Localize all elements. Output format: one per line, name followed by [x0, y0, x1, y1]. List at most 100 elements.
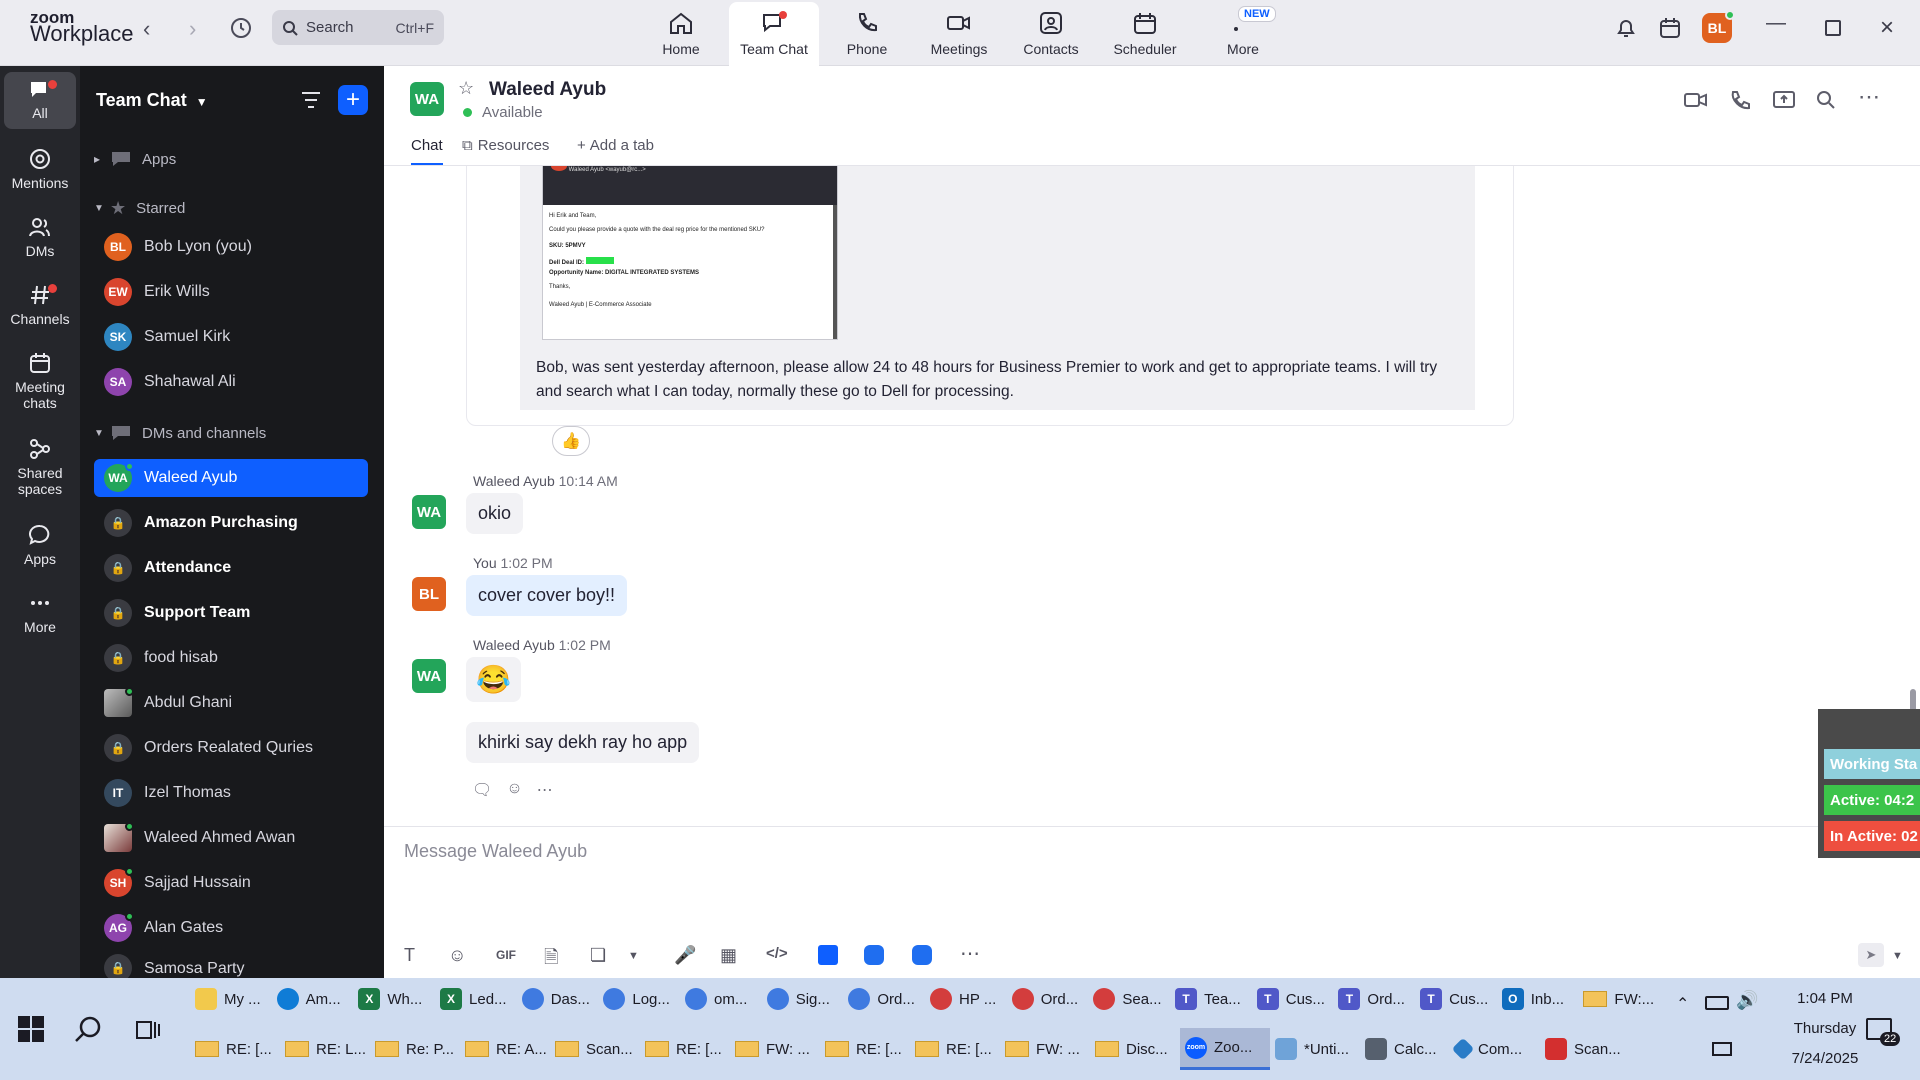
sidebar-item-waleed-ayub[interactable]: WA Waleed Ayub [94, 459, 368, 497]
taskbar-item[interactable]: Sea... [1088, 978, 1170, 1020]
sidebar-item-abdul-ghani[interactable]: Abdul Ghani [94, 684, 368, 722]
taskbar-item[interactable]: Scan... [550, 1028, 640, 1070]
taskbar-item[interactable]: Disc... [1090, 1028, 1180, 1070]
windows-start-icon[interactable] [18, 1016, 44, 1047]
taskbar-item[interactable]: Calc... [1360, 1028, 1450, 1070]
tab-phone[interactable]: Phone [822, 0, 912, 66]
network-icon[interactable] [1712, 1042, 1732, 1056]
rail-dms[interactable]: DMs [0, 216, 80, 259]
taskbar-item[interactable]: Ord... [1007, 978, 1089, 1020]
taskbar-item[interactable]: Am... [272, 978, 354, 1020]
gif-button[interactable]: GIF [496, 948, 516, 962]
taskbar-item[interactable]: FW: ... [1000, 1028, 1090, 1070]
restore-icon[interactable] [1825, 20, 1841, 36]
task-view-icon[interactable] [136, 1018, 160, 1047]
rail-apps[interactable]: Apps [0, 524, 80, 567]
clock-time[interactable]: 1:04 PM [1770, 990, 1880, 1007]
sidebar-item-orders-realated-quries[interactable]: 🔒 Orders Realated Quries [94, 729, 368, 767]
rail-shared-spaces[interactable]: Shared spaces [0, 438, 80, 497]
forward-arrow-icon[interactable]: › [189, 16, 196, 42]
taskbar-item[interactable]: Ord... [843, 978, 925, 1020]
sidebar-item-bob-lyon[interactable]: BL Bob Lyon (you) [94, 228, 368, 266]
app-icon-3[interactable] [912, 945, 932, 965]
phone-call-icon[interactable] [1728, 90, 1750, 117]
battery-icon[interactable] [1705, 996, 1729, 1010]
add-reaction-icon[interactable]: ☺ [506, 780, 522, 800]
rail-channels[interactable]: Channels [0, 284, 80, 327]
taskbar-item[interactable]: om... [680, 978, 762, 1020]
back-arrow-icon[interactable]: ‹ [143, 16, 150, 42]
message-bubble[interactable]: okio [466, 493, 524, 534]
minimize-icon[interactable]: — [1766, 12, 1786, 35]
reaction-thumbs-up[interactable]: 👍 [552, 426, 590, 456]
taskbar-item[interactable]: My ... [190, 978, 272, 1020]
taskbar-item[interactable]: O Inb... [1497, 978, 1579, 1020]
taskbar-search-icon[interactable] [74, 1014, 104, 1049]
taskbar-item[interactable]: RE: [... [640, 1028, 730, 1070]
taskbar-item[interactable]: T Cus... [1252, 978, 1334, 1020]
video-message-icon[interactable]: ▦ [720, 945, 737, 966]
taskbar-item[interactable]: X Wh... [353, 978, 435, 1020]
sidebar-item-amazon-purchasing[interactable]: 🔒 Amazon Purchasing [94, 504, 368, 542]
clock-date[interactable]: 7/24/2025 [1770, 1050, 1880, 1067]
emoji-icon[interactable]: ☺ [448, 945, 466, 966]
text-format-icon[interactable]: T [404, 945, 415, 966]
rail-more[interactable]: More [0, 592, 80, 635]
tab-resources[interactable]: ⧉ Resources [462, 137, 549, 154]
sidebar-dms-section[interactable]: ▼ DMs and channels [94, 424, 266, 442]
sidebar-item-sajjad-hussain[interactable]: SH Sajjad Hussain [94, 864, 368, 902]
calendar-app-icon[interactable] [1658, 16, 1682, 45]
sidebar-item-izel-thomas[interactable]: IT Izel Thomas [94, 774, 368, 812]
taskbar-item[interactable]: RE: [... [190, 1028, 280, 1070]
message-bubble[interactable]: khirki say dekh ray ho app [466, 722, 700, 763]
tab-meetings[interactable]: Meetings [914, 0, 1004, 66]
file-icon[interactable]: 🗎 [544, 945, 558, 975]
tab-team-chat[interactable]: Team Chat [729, 2, 819, 66]
add-tab-button[interactable]: + Add a tab [577, 137, 654, 154]
taskbar-item[interactable]: Re: P... [370, 1028, 460, 1070]
tab-contacts[interactable]: Contacts [1006, 0, 1096, 66]
taskbar-item[interactable]: RE: A... [460, 1028, 550, 1070]
close-icon[interactable]: × [1880, 14, 1894, 42]
sidebar-item-shahawal-ali[interactable]: SA Shahawal Ali [94, 363, 368, 401]
contact-name[interactable]: Waleed Ayub [489, 79, 606, 101]
microphone-icon[interactable]: 🎤 [674, 945, 696, 966]
message-input[interactable]: Message Waleed Ayub [404, 841, 587, 862]
taskbar-item[interactable]: RE: [... [820, 1028, 910, 1070]
tab-scheduler[interactable]: Scheduler [1100, 0, 1190, 66]
sidebar-item-support-team[interactable]: 🔒 Support Team [94, 594, 368, 632]
sidebar-item-samosa-party[interactable]: 🔒 Samosa Party [94, 954, 368, 978]
send-icon[interactable]: ➤ [1858, 943, 1884, 967]
sidebar-item-erik-wills[interactable]: EW Erik Wills [94, 273, 368, 311]
app-icon-1[interactable] [818, 945, 838, 965]
taskbar-item[interactable]: X Led... [435, 978, 517, 1020]
code-snippet-icon[interactable]: </> [766, 945, 788, 962]
tab-home[interactable]: Home [636, 0, 726, 66]
taskbar-item[interactable]: RE: [... [910, 1028, 1000, 1070]
taskbar-item[interactable]: Sig... [762, 978, 844, 1020]
sidebar-item-waleed-ahmed-awan[interactable]: Waleed Ahmed Awan [94, 819, 368, 857]
taskbar-item[interactable]: T Ord... [1333, 978, 1415, 1020]
new-chat-button[interactable]: + [338, 85, 368, 115]
more-tools-icon[interactable]: ⋯ [960, 941, 980, 966]
message-bubble-emoji[interactable]: 😂 [466, 657, 521, 702]
history-icon[interactable] [229, 16, 253, 45]
app-icon-2[interactable] [864, 945, 884, 965]
notification-bell-icon[interactable] [1614, 16, 1638, 45]
tray-chevron-up-icon[interactable]: ⌃ [1676, 994, 1689, 1014]
sidebar-item-attendance[interactable]: 🔒 Attendance [94, 549, 368, 587]
rail-mentions[interactable]: Mentions [0, 148, 80, 191]
rail-all[interactable]: All [4, 72, 76, 129]
screenshot-icon[interactable]: ❏ [590, 945, 606, 966]
share-screen-icon[interactable] [1772, 90, 1796, 115]
email-screenshot-image[interactable]: Waleed Ayub <wayub@rc...> Hi Erik and Te… [542, 166, 838, 340]
star-outline-icon[interactable]: ☆ [458, 78, 474, 99]
volume-icon[interactable]: 🔊 [1736, 990, 1758, 1011]
taskbar-item[interactable]: FW: ... [730, 1028, 820, 1070]
taskbar-item[interactable]: RE: L... [280, 1028, 370, 1070]
sidebar-item-food-hisab[interactable]: 🔒 food hisab [94, 639, 368, 677]
taskbar-item[interactable]: FW:... [1578, 978, 1660, 1020]
message-bubble[interactable]: cover cover boy!! [466, 575, 628, 616]
rail-meeting-chats[interactable]: Meeting chats [0, 352, 80, 411]
taskbar-item[interactable]: T Cus... [1415, 978, 1497, 1020]
